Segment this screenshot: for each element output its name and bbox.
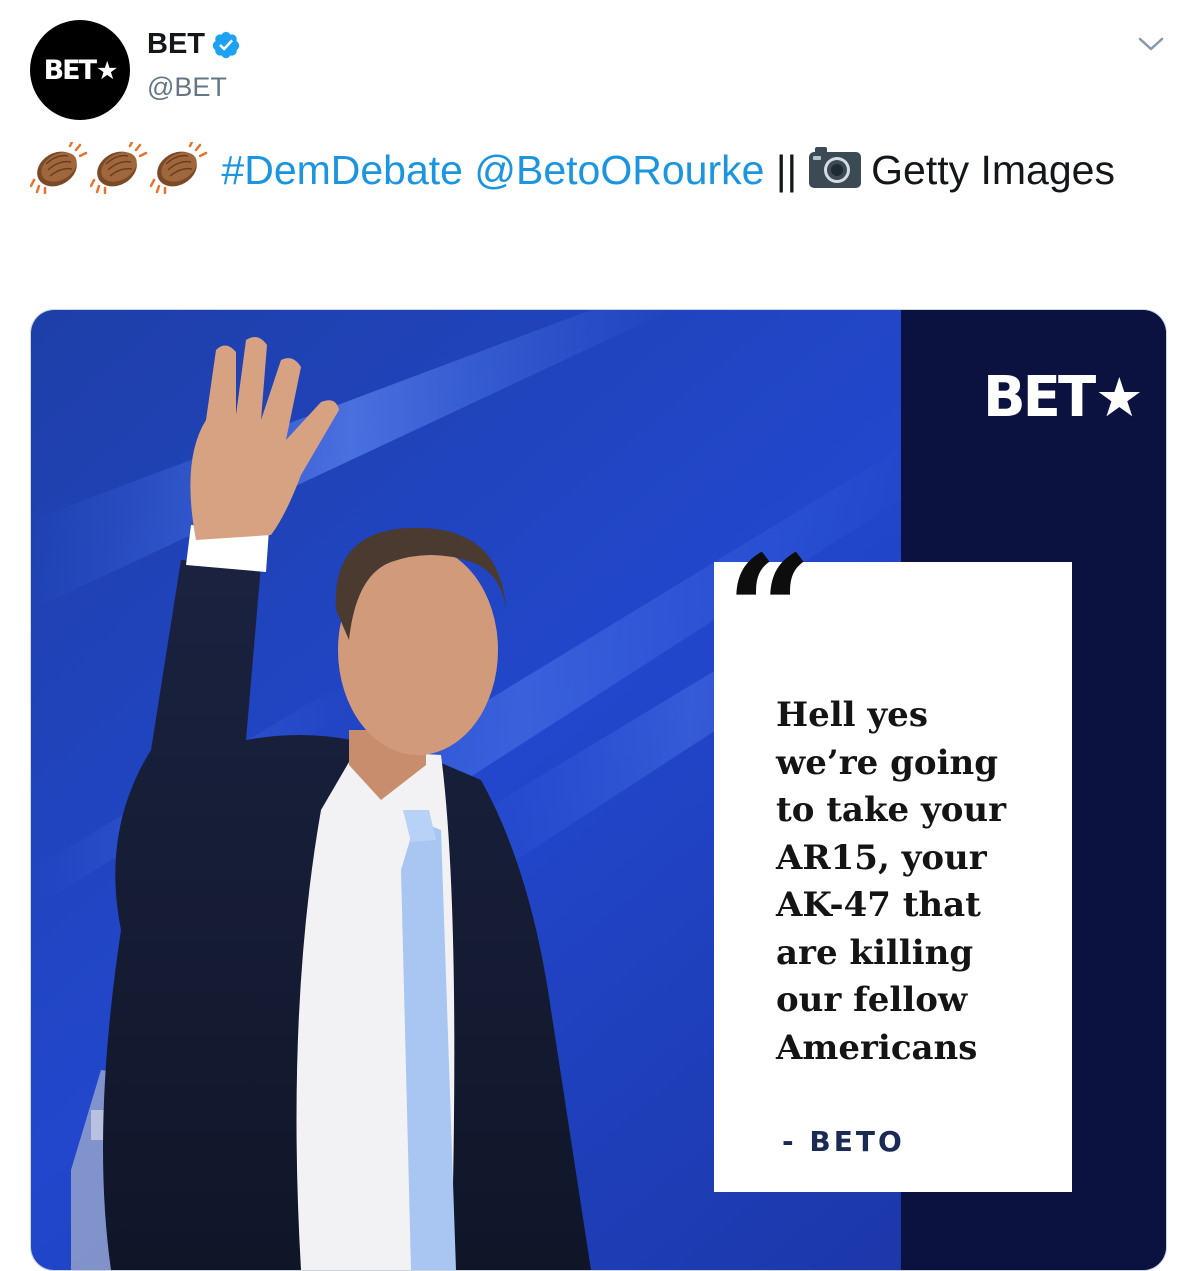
- star-icon: ★: [1095, 366, 1143, 429]
- media-bet-logo: BET ★: [983, 365, 1144, 430]
- quote-attribution: - BETO: [782, 1125, 905, 1158]
- tweet-media-image[interactable]: BET ★ “ Hell yes we’re going to take your…: [30, 309, 1167, 1271]
- separator: ||: [775, 147, 798, 193]
- tweet-text: #DemDebate @BetoORourke || Getty Images: [30, 140, 1150, 200]
- avatar[interactable]: BET ★: [30, 20, 130, 120]
- bet-logo: BET ★: [43, 54, 119, 86]
- quote-mark: “: [726, 523, 813, 699]
- clapping-hands-icon: [150, 142, 208, 194]
- clapping-hands-icon: [30, 142, 88, 194]
- hashtag-link[interactable]: #DemDebate: [221, 147, 463, 193]
- display-name[interactable]: BET: [147, 28, 205, 61]
- photo-credit: Getty Images: [871, 147, 1115, 193]
- verified-badge-icon: [212, 31, 240, 58]
- author-name-row[interactable]: BET: [147, 28, 241, 61]
- quote-card: “ Hell yes we’re going to take your AR15…: [714, 536, 1072, 1192]
- chevron-down-icon[interactable]: [1136, 34, 1166, 54]
- clapping-hands-icon: [90, 142, 148, 194]
- camera-icon: [809, 147, 862, 188]
- star-icon: ★: [96, 55, 118, 85]
- handle[interactable]: @BET: [147, 72, 227, 103]
- mention-link[interactable]: @BetoORourke: [474, 147, 764, 193]
- quote-text: Hell yes we’re going to take your AR15, …: [776, 695, 1007, 1068]
